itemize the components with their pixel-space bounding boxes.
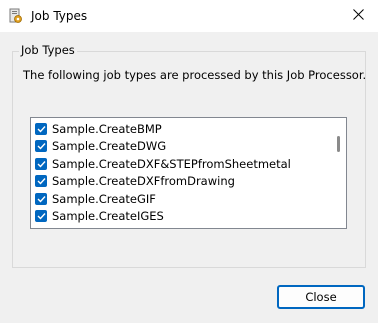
checkbox[interactable] bbox=[35, 192, 47, 205]
list-item-label: Sample.CreateGIF bbox=[52, 191, 156, 206]
list-item[interactable]: Sample.CreateDXF&STEPfromSheetmetal bbox=[31, 155, 332, 173]
app-icon bbox=[9, 8, 23, 24]
checkbox[interactable] bbox=[35, 157, 47, 170]
list-item[interactable]: Sample.CreateDWG bbox=[31, 138, 332, 156]
list-item-label: Sample.CreateIGES bbox=[52, 209, 164, 224]
list-item[interactable]: Sample.CreateGIF bbox=[31, 190, 332, 208]
checkmark-icon bbox=[37, 195, 46, 203]
window-close-button[interactable] bbox=[338, 0, 378, 32]
checkmark-icon bbox=[37, 160, 46, 168]
list-item-label: Sample.CreateDXF&STEPfromSheetmetal bbox=[52, 156, 291, 171]
list-item[interactable]: Sample.CreateIGES bbox=[31, 208, 332, 226]
close-icon bbox=[352, 9, 364, 23]
group-description: The following job types are processed by… bbox=[23, 68, 367, 82]
checkbox[interactable] bbox=[35, 140, 47, 153]
checkmark-icon bbox=[37, 178, 46, 185]
group-legend: Job Types bbox=[19, 43, 77, 57]
job-types-list-items: Sample.CreateBMP Sample.CreateDWG Sample.C… bbox=[31, 118, 332, 225]
checkbox[interactable] bbox=[35, 175, 47, 188]
title-bar: Job Types bbox=[0, 0, 378, 32]
list-item-label: Sample.CreateDXFfromDrawing bbox=[52, 174, 235, 189]
list-item[interactable]: Sample.CreateBMP bbox=[31, 120, 332, 138]
job-types-dialog: Job Types Job Types The following job ty… bbox=[0, 0, 378, 323]
checkmark-icon bbox=[37, 213, 46, 220]
checkbox[interactable] bbox=[35, 122, 47, 135]
window-title: Job Types bbox=[31, 9, 88, 23]
job-types-list[interactable]: Sample.CreateBMP Sample.CreateDWG Sample.C… bbox=[30, 117, 347, 229]
vertical-scrollbar[interactable] bbox=[332, 118, 346, 228]
list-item-label: Sample.CreateBMP bbox=[52, 121, 162, 136]
checkmark-icon bbox=[37, 143, 46, 150]
checkbox[interactable] bbox=[35, 210, 47, 223]
list-item-label: Sample.CreateDWG bbox=[52, 139, 167, 154]
scroll-thumb[interactable] bbox=[337, 136, 340, 152]
list-item[interactable]: Sample.CreateDXFfromDrawing bbox=[31, 173, 332, 191]
checkmark-icon bbox=[37, 125, 46, 133]
close-button[interactable]: Close bbox=[277, 285, 365, 309]
